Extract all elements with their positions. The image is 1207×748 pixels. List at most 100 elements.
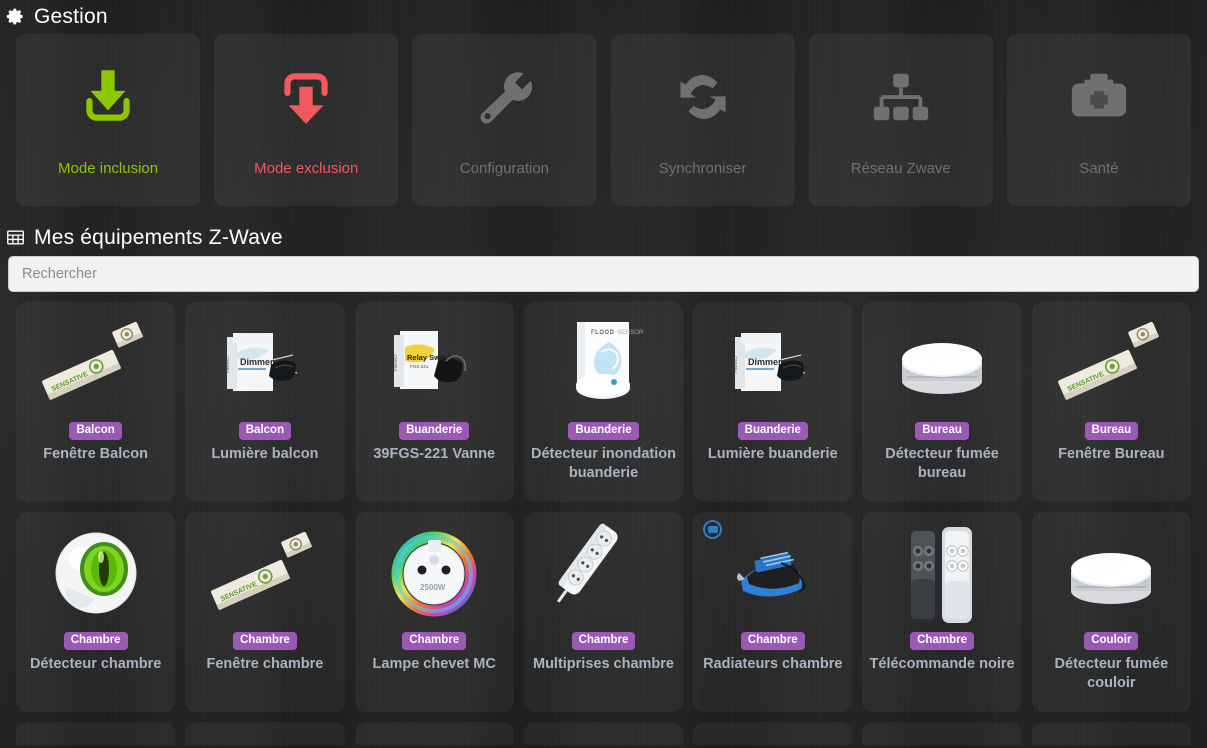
device-card[interactable]: Couloir Détecteur fumée couloir [1031,512,1191,712]
svg-text:Dimmer: Dimmer [748,357,782,367]
room-badge: Buanderie [399,422,470,440]
device-card[interactable] [16,722,176,745]
management-tile-configuration[interactable]: Configuration [412,34,597,206]
device-card[interactable]: Dimmer FIBARO Buanderie Lumière buanderi… [693,302,853,502]
smoke-detector-thumbnail [862,302,1021,422]
device-card[interactable]: Dimmer FIBARO Balcon Lumière balcon [185,302,345,502]
management-tile-label: Synchroniser [658,160,747,177]
svg-text:SENSOR: SENSOR [618,330,644,336]
dimmer-box-thumbnail: Dimmer FIBARO [185,302,344,422]
device-name: Radiateurs chambre [703,655,843,672]
equipment-section-heading: Mes équipements Z-Wave [0,227,1207,248]
management-title: Gestion [34,5,108,28]
device-grid-row-1: SENSATIVE Balcon Fenêtre Balcon Dimmer F… [0,292,1207,502]
management-tiles-grid: Mode inclusion Mode exclusion Configurat… [0,27,1207,206]
rgb-plug-thumbnail: 2500W [355,512,514,632]
device-card[interactable]: Bureau Détecteur fumée bureau [862,302,1022,502]
device-card[interactable]: SENSATIVE Balcon Fenêtre Balcon [16,302,176,502]
room-badge: Bureau [915,422,969,440]
device-card[interactable]: Chambre Télécommande noire [862,512,1022,712]
remote-pair-thumbnail [862,512,1021,632]
sitemap-icon [870,60,932,134]
search-input[interactable] [8,256,1199,292]
management-section-heading: Gestion [0,0,1207,27]
device-card[interactable]: Chambre Multiprises chambre [523,512,684,712]
device-card[interactable] [185,722,345,745]
room-badge: Chambre [740,632,805,650]
device-card[interactable] [693,722,853,745]
svg-text:FGS-221: FGS-221 [410,364,429,369]
device-card[interactable]: 2500W Chambre Lampe chevet MC [354,512,514,712]
refresh-icon [671,60,735,134]
svg-text:2500W: 2500W [420,583,446,592]
sensor-strip-thumbnail: SENSATIVE [1032,302,1191,422]
device-card[interactable]: Relay Switch FGS-221 FIBARO Buanderie 39… [354,302,514,502]
svg-text:FIBARO: FIBARO [733,356,738,373]
download-inbox-icon [75,60,141,134]
sensor-strip-thumbnail: SENSATIVE [16,302,175,422]
gear-icon [6,7,25,26]
device-name: 39FGS-221 Vanne [373,445,496,462]
upload-eject-icon [273,60,339,134]
dimmer-box-thumbnail: Dimmer FIBARO [693,302,852,422]
flood-sensor-box-thumbnail: FLOOD SENSOR [524,302,683,422]
management-tile-synchronize[interactable]: Synchroniser [610,34,795,206]
device-name: Télécommande noire [869,655,1015,672]
wrench-icon [473,60,535,134]
relay-switch-box-thumbnail: Relay Switch FGS-221 FIBARO [355,302,514,422]
management-tile-label: Mode exclusion [254,160,359,177]
device-card[interactable] [1031,722,1191,745]
search-container [0,248,1207,292]
device-name: Détecteur chambre [29,655,162,672]
device-grid-row-3-partial [0,712,1207,745]
motion-eye-sensor-thumbnail [16,512,175,632]
device-card[interactable] [354,722,514,745]
device-name: Fenêtre chambre [206,655,324,672]
device-name: Lumière balcon [211,445,319,462]
device-name: Détecteur fumée couloir [1054,655,1169,691]
room-badge: Chambre [910,632,974,650]
smoke-detector-thumbnail [1032,512,1191,632]
svg-text:FIBARO: FIBARO [225,356,230,373]
room-badge: Balcon [238,422,292,440]
management-tile-label: Configuration [459,160,550,177]
management-tile-label: Santé [1079,160,1119,177]
device-name: Fenêtre Balcon [43,445,149,462]
room-badge: Chambre [571,632,636,650]
svg-text:Dimmer: Dimmer [240,357,274,367]
room-badge: Buanderie [568,422,639,440]
device-card[interactable] [862,722,1022,745]
device-card[interactable]: Chambre Radiateurs chambre [693,512,853,712]
svg-text:FLOOD: FLOOD [591,330,615,336]
room-badge: Bureau [1084,422,1139,440]
device-card[interactable] [523,722,684,745]
svg-text:FIBARO: FIBARO [393,354,398,371]
device-name: Détecteur inondation buanderie [530,445,676,481]
device-card[interactable]: SENSATIVE Chambre Fenêtre chambre [185,512,345,712]
device-name: Fenêtre Bureau [1058,445,1165,462]
management-tile-exclusion-mode[interactable]: Mode exclusion [214,34,399,206]
device-card[interactable]: SENSATIVE Bureau Fenêtre Bureau [1031,302,1191,502]
device-card[interactable]: FLOOD SENSOR Buanderie Détecteur inondat… [523,302,684,502]
management-tile-label: Mode inclusion [58,160,159,177]
room-badge: Chambre [63,632,128,650]
table-grid-icon [6,228,25,247]
management-tile-health[interactable]: Santé [1006,34,1191,206]
management-tile-label: Réseau Zwave [850,160,951,177]
room-badge: Chambre [232,632,297,650]
device-name: Lampe chevet MC [372,655,496,672]
battery-icon [703,520,723,539]
sensor-strip-thumbnail: SENSATIVE [185,512,344,632]
device-card[interactable]: Chambre Détecteur chambre [16,512,176,712]
room-badge: Chambre [402,632,467,650]
equipment-title: Mes équipements Z-Wave [34,226,283,249]
device-grid-row-2: Chambre Détecteur chambre SENSATIVE Cham… [0,502,1207,712]
room-badge: Balcon [69,422,122,440]
management-tile-zwave-network[interactable]: Réseau Zwave [808,34,993,206]
device-name: Multiprises chambre [532,655,674,672]
room-badge: Buanderie [737,422,808,440]
device-name: Lumière buanderie [707,445,838,462]
management-tile-inclusion-mode[interactable]: Mode inclusion [16,34,201,206]
room-badge: Couloir [1084,632,1139,650]
medkit-icon [1068,60,1130,134]
